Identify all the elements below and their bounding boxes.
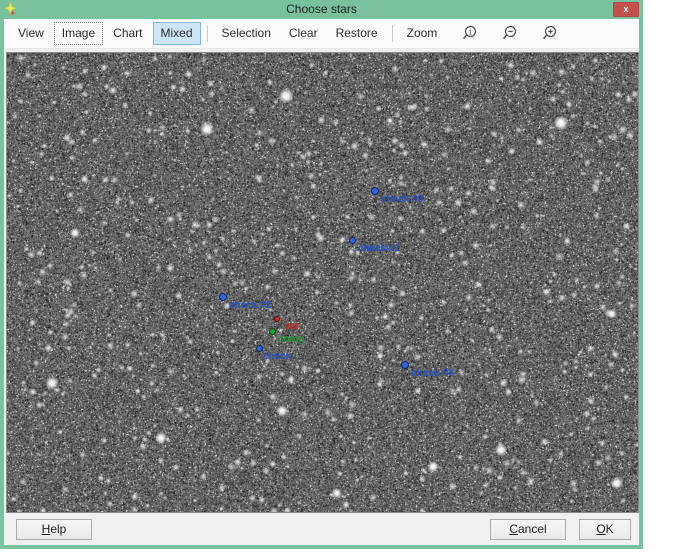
check-4-marker-label: check #4: [411, 368, 453, 379]
starfield-markers: check #3 check #1 check #2 var comp check chec…: [7, 53, 638, 512]
check-marker-label: check: [263, 351, 291, 362]
zoom-in-icon[interactable]: [541, 25, 558, 42]
starfield-image[interactable]: check #3 check #1 check #2 var comp check chec…: [6, 52, 639, 513]
check-marker-dot[interactable]: [256, 345, 263, 352]
toolbar-selection-button[interactable]: Selection: [214, 22, 279, 45]
toolbar-chart-button[interactable]: Chart: [105, 22, 150, 45]
toolbar-zoom-button[interactable]: Zoom: [399, 22, 446, 45]
var-marker-label: var: [284, 321, 299, 332]
check-3-marker-label: check #3: [381, 194, 423, 205]
titlebar: Choose stars x: [0, 0, 643, 19]
screen: Choose stars x View Image Chart Mixed Se…: [0, 0, 699, 553]
comp-marker-label: comp: [278, 334, 305, 345]
zoom-original-icon[interactable]: 1: [461, 25, 478, 42]
toolbar-restore-button[interactable]: Restore: [328, 22, 386, 45]
toolbar: View Image Chart Mixed Selection Clear R…: [4, 19, 639, 49]
close-button[interactable]: x: [613, 2, 639, 17]
ok-button[interactable]: OK: [579, 519, 631, 540]
check-1-marker-label: check #1: [358, 243, 400, 254]
check-3-marker-dot[interactable]: [371, 187, 379, 195]
zoom-out-icon[interactable]: [501, 25, 518, 42]
dialog-body: View Image Chart Mixed Selection Clear R…: [4, 19, 639, 545]
toolbar-mixed-button[interactable]: Mixed: [153, 22, 201, 45]
toolbar-separator: [207, 25, 208, 42]
svg-text:1: 1: [469, 27, 473, 36]
help-button[interactable]: Help: [16, 519, 92, 540]
check-4-marker-dot[interactable]: [401, 361, 409, 369]
choose-stars-dialog: Choose stars x View Image Chart Mixed Se…: [0, 0, 643, 549]
cancel-button[interactable]: Cancel: [490, 519, 566, 540]
check-2-marker-dot[interactable]: [219, 293, 227, 301]
footer-bar: Help Cancel OK: [4, 513, 639, 545]
check-2-marker-label: check #2: [229, 300, 271, 311]
toolbar-clear-button[interactable]: Clear: [281, 22, 326, 45]
window-title: Choose stars: [0, 2, 643, 16]
toolbar-view-button[interactable]: View: [10, 22, 52, 45]
comp-marker-dot[interactable]: [269, 328, 276, 335]
toolbar-image-button[interactable]: Image: [54, 22, 103, 45]
check-1-marker-dot[interactable]: [349, 237, 356, 244]
var-marker-dot[interactable]: [274, 316, 280, 322]
toolbar-separator: [392, 25, 393, 42]
